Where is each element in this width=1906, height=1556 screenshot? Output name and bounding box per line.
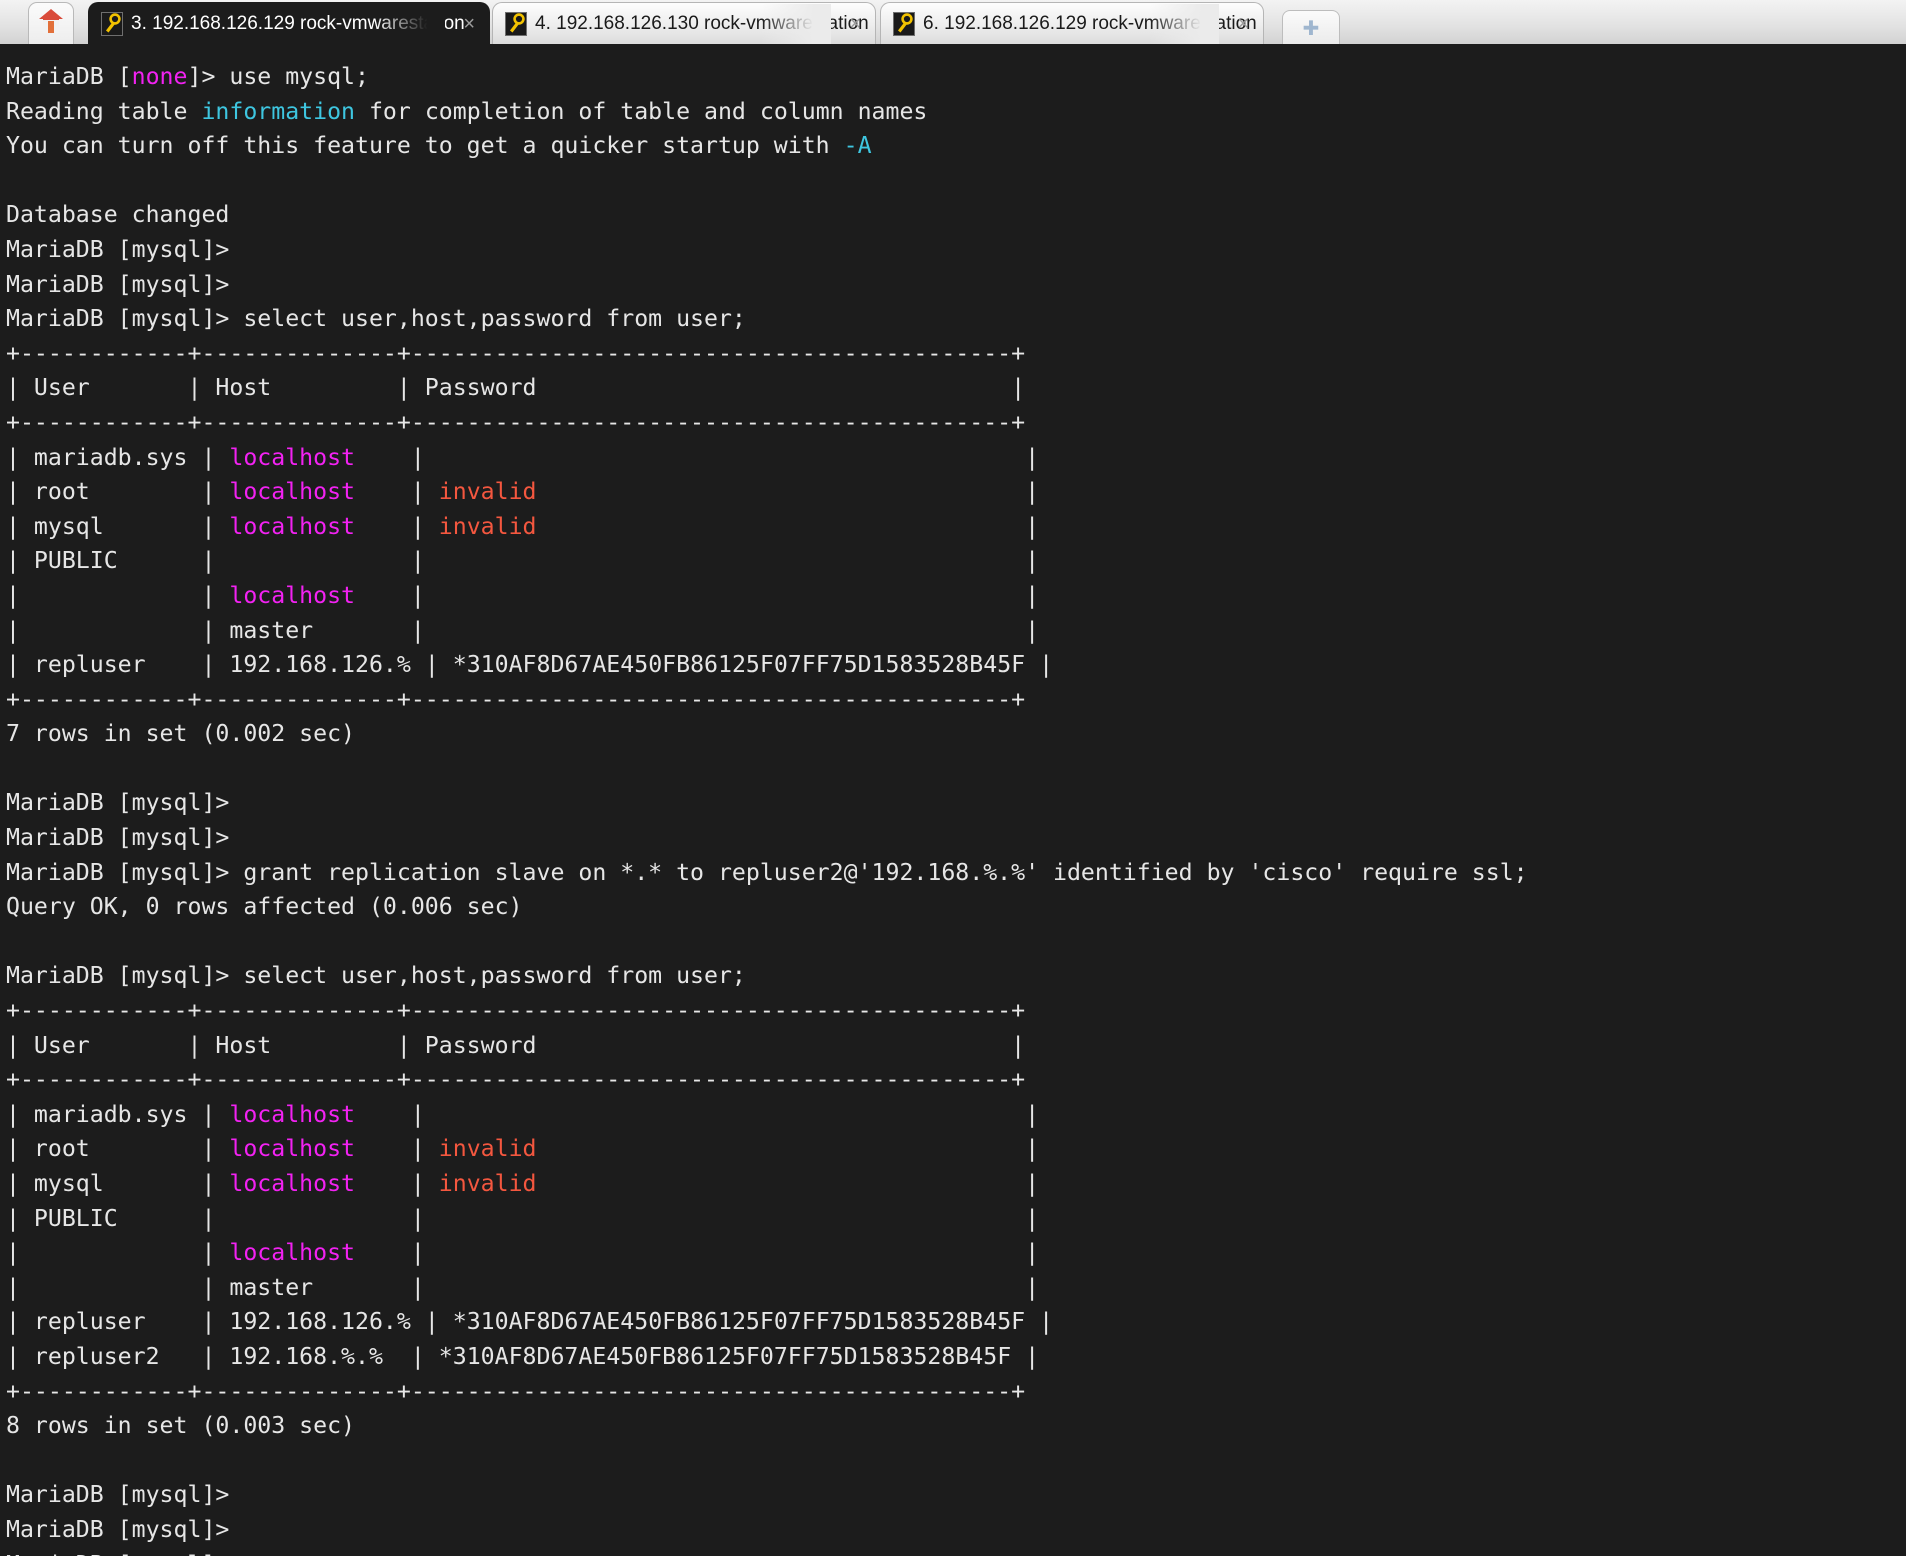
tab-3[interactable]: 6. 192.168.126.129 rock-vmwarestation × bbox=[880, 2, 1264, 44]
terminal-pane[interactable]: MariaDB [none]> use mysql; Reading table … bbox=[0, 46, 1906, 1556]
tab-label: 3. 192.168.126.129 rock-vmwarestation bbox=[131, 12, 465, 34]
terminal-line: MariaDB [mysql]> grant replication slave… bbox=[6, 858, 1528, 886]
terminal-line: | | localhost | | bbox=[6, 1239, 1040, 1267]
terminal-line: | User | Host | Password | bbox=[6, 374, 1026, 402]
terminal-line: +------------+--------------+-----------… bbox=[6, 1377, 1026, 1405]
close-icon[interactable]: × bbox=[463, 14, 475, 34]
tab-bar: 3. 192.168.126.129 rock-vmwarestation × … bbox=[0, 0, 1906, 46]
home-button[interactable] bbox=[28, 2, 74, 44]
terminal-line: | PUBLIC | | | bbox=[6, 1204, 1040, 1232]
terminal-line: +------------+--------------+-----------… bbox=[6, 408, 1026, 436]
terminal-line: | root | localhost | invalid | bbox=[6, 1135, 1040, 1163]
terminal-line: Database changed bbox=[6, 201, 230, 229]
terminal-line: | | master | | bbox=[6, 1273, 1040, 1301]
home-icon bbox=[38, 7, 64, 40]
terminal-line: MariaDB [mysql]> bbox=[6, 1515, 230, 1543]
terminal-line: | repluser | 192.168.126.% | *310AF8D67A… bbox=[6, 651, 1054, 679]
terminal-line: | | master | | bbox=[6, 616, 1040, 644]
terminal-line: MariaDB [none]> use mysql; bbox=[6, 63, 369, 90]
terminal-line: +------------+--------------+-----------… bbox=[6, 1066, 1026, 1094]
terminal-line: | root | localhost | invalid | bbox=[6, 478, 1040, 506]
close-icon[interactable]: × bbox=[849, 14, 861, 34]
terminal-line: | mysql | localhost | invalid | bbox=[6, 1170, 1040, 1197]
putty-key-icon bbox=[505, 11, 527, 36]
close-icon[interactable]: × bbox=[1237, 14, 1249, 34]
terminal-line: MariaDB [mysql]> select user,host,passwo… bbox=[6, 962, 746, 990]
tab-1[interactable]: 3. 192.168.126.129 rock-vmwarestation × bbox=[88, 2, 490, 44]
terminal-line: MariaDB [mysql]> bbox=[6, 824, 230, 852]
terminal-line: | mariadb.sys | localhost | | bbox=[6, 443, 1040, 471]
tab-label: 6. 192.168.126.129 rock-vmwarestation bbox=[923, 12, 1257, 34]
terminal-line: MariaDB [mysql]> select user,host,passwo… bbox=[6, 305, 746, 333]
terminal-line: +------------+--------------+-----------… bbox=[6, 685, 1026, 713]
terminal-line: MariaDB [mysql]> bbox=[6, 1481, 230, 1509]
terminal-line: | repluser2 | 192.168.%.% | *310AF8D67AE… bbox=[6, 1342, 1040, 1370]
terminal-line: You can turn off this feature to get a q… bbox=[6, 132, 872, 160]
terminal-line: +------------+--------------+-----------… bbox=[6, 339, 1026, 367]
terminal-line: Query OK, 0 rows affected (0.006 sec) bbox=[6, 893, 523, 921]
terminal-line: MariaDB [mysql]> bbox=[6, 1548, 1906, 1556]
tab-label: 4. 192.168.126.130 rock-vmwarestation bbox=[535, 12, 869, 34]
putty-key-icon bbox=[893, 11, 915, 36]
terminal-line: | repluser | 192.168.126.% | *310AF8D67A… bbox=[6, 1308, 1054, 1336]
plus-icon: ✚ bbox=[1302, 15, 1320, 40]
terminal-line: MariaDB [mysql]> bbox=[6, 789, 230, 817]
terminal-line: MariaDB [mysql]> bbox=[6, 235, 230, 263]
terminal-line: +------------+--------------+-----------… bbox=[6, 997, 1026, 1025]
new-tab-button[interactable]: ✚ bbox=[1282, 10, 1340, 44]
terminal-line: | mariadb.sys | localhost | | bbox=[6, 1100, 1040, 1128]
terminal-line: | User | Host | Password | bbox=[6, 1031, 1026, 1059]
terminal-line: | PUBLIC | | | bbox=[6, 547, 1040, 575]
putty-key-icon bbox=[101, 11, 123, 36]
terminal-line: | | localhost | | bbox=[6, 581, 1040, 609]
terminal-line: 7 rows in set (0.002 sec) bbox=[6, 720, 356, 748]
terminal-line: Reading table information for completion… bbox=[6, 97, 928, 125]
terminal-line: | mysql | localhost | invalid | bbox=[6, 512, 1040, 540]
terminal-line: MariaDB [mysql]> bbox=[6, 270, 230, 298]
terminal-output: MariaDB [none]> use mysql; Reading table … bbox=[6, 60, 1906, 1556]
terminal-line: 8 rows in set (0.003 sec) bbox=[6, 1412, 356, 1440]
tab-2[interactable]: 4. 192.168.126.130 rock-vmwarestation × bbox=[492, 2, 876, 44]
